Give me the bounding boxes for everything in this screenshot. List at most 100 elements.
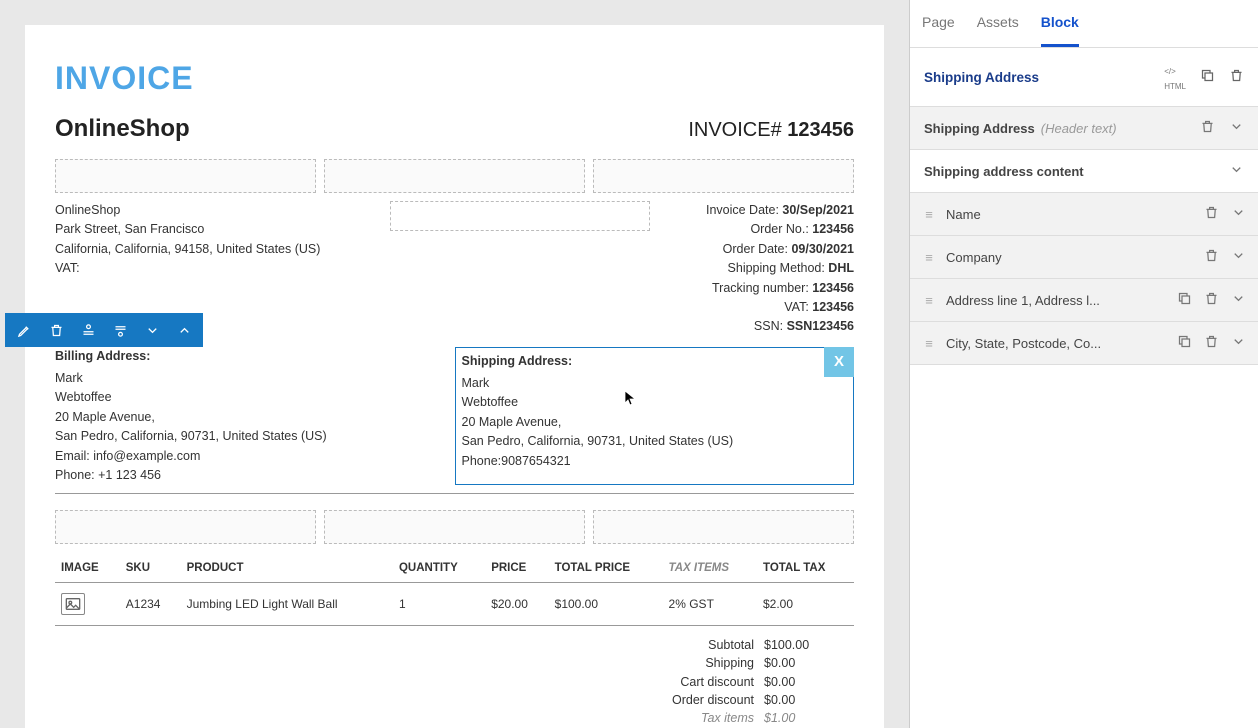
from-region: California, California, 94158, United St… [55, 240, 320, 259]
tab-page[interactable]: Page [922, 0, 955, 47]
move-down-button[interactable] [137, 315, 167, 345]
chevron-down-icon[interactable] [1231, 334, 1246, 352]
placeholder-box[interactable] [593, 159, 854, 193]
delete-button[interactable] [41, 315, 71, 345]
meta-label: SSN: [754, 319, 787, 333]
insert-below-button[interactable] [105, 315, 135, 345]
section-sublabel: (Header text) [1041, 121, 1117, 136]
meta-value: DHL [828, 261, 854, 275]
shipping-street: 20 Maple Avenue, [462, 413, 848, 432]
cursor-icon [624, 390, 636, 413]
meta-value: SSN123456 [787, 319, 854, 333]
close-block-button[interactable]: X [824, 347, 854, 377]
billing-name: Mark [55, 369, 445, 388]
section-header-text[interactable]: Shipping Address(Header text) [910, 107, 1258, 150]
sidebar-field-item[interactable]: ≡ City, State, Postcode, Co... [910, 322, 1258, 365]
shipping-address-block[interactable]: X Shipping Address: Mark Webtoffee 20 Ma… [455, 347, 855, 486]
meta-label: Tracking number: [712, 281, 812, 295]
cell-price: $20.00 [485, 583, 548, 626]
drag-handle-icon[interactable]: ≡ [922, 336, 936, 351]
th-total-price: TOTAL PRICE [549, 554, 663, 583]
delete-icon[interactable] [1204, 248, 1219, 266]
image-placeholder-icon [61, 593, 85, 615]
meta-label: Order No.: [750, 222, 812, 236]
invoice-number-label: INVOICE# [688, 119, 787, 141]
tab-assets[interactable]: Assets [977, 0, 1019, 47]
drag-handle-icon[interactable]: ≡ [922, 293, 936, 308]
table-row: A1234 Jumbing LED Light Wall Ball 1 $20.… [55, 583, 854, 626]
billing-region: San Pedro, California, 90731, United Sta… [55, 427, 445, 446]
delete-icon[interactable] [1204, 291, 1219, 309]
totals-label: Order discount [634, 691, 764, 709]
meta-value: 123456 [812, 281, 854, 295]
totals-label: Subtotal [634, 636, 764, 654]
copy-icon[interactable] [1177, 291, 1192, 309]
invoice-title: INVOICE [55, 60, 854, 97]
placeholder-box[interactable] [390, 201, 650, 231]
invoice-number-value: 123456 [787, 119, 854, 141]
meta-value: 30/Sep/2021 [782, 203, 854, 217]
copy-icon[interactable] [1200, 68, 1215, 86]
totals-value: $100.00 [764, 636, 854, 654]
billing-company: Webtoffee [55, 388, 445, 407]
totals-value: $1.00 [764, 709, 854, 727]
th-qty: QUANTITY [393, 554, 485, 583]
meta-value: 123456 [812, 222, 854, 236]
cell-sku: A1234 [120, 583, 181, 626]
chevron-down-icon[interactable] [1231, 205, 1246, 223]
field-item-label: Company [946, 250, 1194, 265]
sidebar-field-item[interactable]: ≡Name [910, 193, 1258, 236]
cell-total-price: $100.00 [549, 583, 663, 626]
chevron-down-icon[interactable] [1229, 119, 1244, 137]
section-shipping-content[interactable]: Shipping address content [910, 150, 1258, 193]
meta-label: Order Date: [723, 242, 792, 256]
chevron-down-icon[interactable] [1231, 291, 1246, 309]
billing-street: 20 Maple Avenue, [55, 408, 445, 427]
chevron-down-icon[interactable] [1229, 162, 1244, 180]
placeholder-box[interactable] [55, 159, 316, 193]
copy-icon[interactable] [1177, 334, 1192, 352]
placeholder-box[interactable] [55, 510, 316, 544]
sidebar-field-item[interactable]: ≡ Address line 1, Address l... [910, 279, 1258, 322]
drag-handle-icon[interactable]: ≡ [922, 250, 936, 265]
field-item-label: City, State, Postcode, Co... [946, 336, 1167, 351]
order-meta: Invoice Date: 30/Sep/2021 Order No.: 123… [706, 201, 854, 337]
sidebar-tabs: Page Assets Block [910, 0, 1258, 48]
totals-value: $0.00 [764, 673, 854, 691]
drag-handle-icon[interactable]: ≡ [922, 207, 936, 222]
chevron-down-icon[interactable] [1231, 248, 1246, 266]
invoice-document: INVOICE OnlineShop INVOICE# 123456 Onlin… [25, 25, 884, 728]
from-vat: VAT: [55, 259, 320, 278]
totals-row: Order discount$0.00 [55, 691, 854, 709]
totals-value: $0.00 [764, 691, 854, 709]
insert-above-button[interactable] [73, 315, 103, 345]
from-name: OnlineShop [55, 201, 320, 220]
totals-row: Cart discount$0.00 [55, 673, 854, 691]
th-product: PRODUCT [181, 554, 393, 583]
billing-address-block[interactable]: Billing Address: Mark Webtoffee 20 Maple… [55, 347, 455, 486]
delete-icon[interactable] [1229, 68, 1244, 86]
delete-icon[interactable] [1204, 334, 1219, 352]
html-icon[interactable]: </>HTML [1164, 62, 1186, 92]
placeholder-box[interactable] [324, 510, 585, 544]
totals-label: Shipping [634, 654, 764, 672]
sidebar-field-item[interactable]: ≡ Company [910, 236, 1258, 279]
th-price: PRICE [485, 554, 548, 583]
totals-row: Subtotal$100.00 [55, 636, 854, 654]
placeholder-box[interactable] [593, 510, 854, 544]
field-item-label: Address line 1, Address l... [946, 293, 1167, 308]
tab-block[interactable]: Block [1041, 0, 1079, 47]
cell-product: Jumbing LED Light Wall Ball [181, 583, 393, 626]
shipping-phone: Phone:9087654321 [462, 452, 848, 471]
canvas-area[interactable]: INVOICE OnlineShop INVOICE# 123456 Onlin… [0, 0, 909, 728]
section-label: Shipping address content [924, 164, 1084, 179]
delete-icon[interactable] [1204, 205, 1219, 223]
block-editor-toolbar [5, 313, 203, 347]
delete-icon[interactable] [1200, 119, 1215, 137]
move-up-button[interactable] [169, 315, 199, 345]
placeholder-box[interactable] [324, 159, 585, 193]
totals-row: Shipping$0.00 [55, 654, 854, 672]
edit-button[interactable] [9, 315, 39, 345]
items-table: IMAGE SKU PRODUCT QUANTITY PRICE TOTAL P… [55, 554, 854, 626]
block-panel-header: Shipping Address </>HTML [910, 48, 1258, 107]
